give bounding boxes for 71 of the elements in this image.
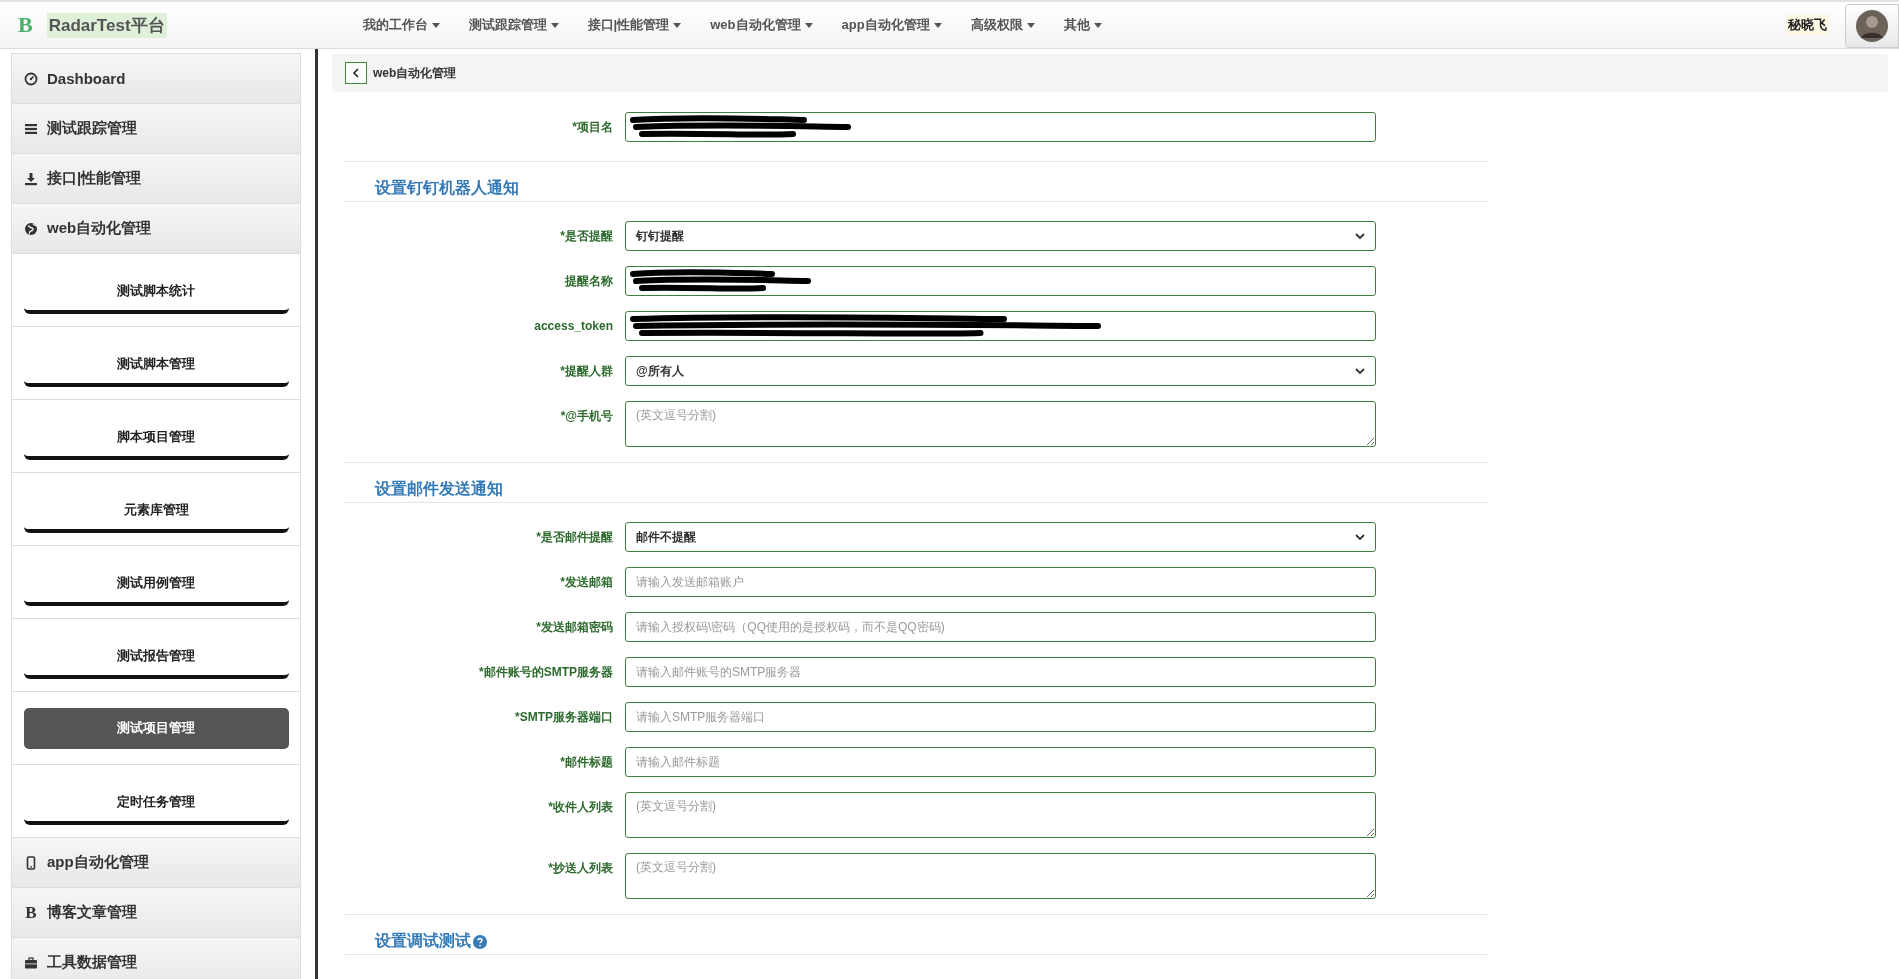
- nav-menu[interactable]: 其他: [1063, 16, 1102, 34]
- chevron-down-icon: [1355, 232, 1365, 240]
- sidebar-item[interactable]: 测试跟踪管理: [12, 104, 300, 154]
- submenu-button[interactable]: 测试项目管理: [23, 707, 289, 749]
- field-label: *邮件账号的SMTP服务器: [478, 664, 614, 681]
- field-label: *发送邮箱: [559, 574, 614, 591]
- gauge-icon: [24, 71, 38, 86]
- field-label: *提醒人群: [559, 363, 614, 380]
- section-heading: 设置钉钉机器人通知: [375, 178, 519, 198]
- input-field[interactable]: 请输入发送邮箱账户: [625, 567, 1376, 597]
- download-icon: [24, 171, 38, 186]
- brand-name[interactable]: RadarTest平台: [46, 12, 167, 38]
- chevron-down-icon: [1355, 367, 1365, 375]
- field-label: *项目名: [571, 119, 614, 136]
- globe-icon: [24, 221, 38, 236]
- section-heading: 设置调试测试: [375, 931, 471, 951]
- field-label: *是否提醒: [559, 228, 614, 245]
- help-icon[interactable]: [473, 934, 487, 949]
- chevron-down-icon: [1355, 533, 1365, 541]
- user-name[interactable]: 秘晓飞: [1786, 15, 1829, 35]
- field-label: *@手机号: [559, 408, 614, 425]
- list-icon: [24, 121, 38, 136]
- sidebar-item[interactable]: Dashboard: [12, 54, 300, 104]
- input-field[interactable]: [625, 112, 1376, 142]
- caret-icon: [804, 22, 813, 28]
- caret-icon: [431, 22, 440, 28]
- briefcase-icon: [24, 955, 38, 970]
- sidebar-item[interactable]: web自动化管理: [12, 204, 300, 254]
- caret-icon: [550, 22, 559, 28]
- field-label: *SMTP服务器端口: [514, 709, 614, 726]
- field-label: 提醒名称: [564, 273, 614, 290]
- input-field[interactable]: [625, 311, 1376, 341]
- sidebar-item[interactable]: 工具数据管理: [12, 938, 300, 979]
- sidebar-item[interactable]: app自动化管理: [12, 838, 300, 888]
- page-title: web自动化管理: [373, 64, 457, 82]
- field-label: *邮件标题: [559, 754, 614, 771]
- field-label: *是否邮件提醒: [535, 529, 614, 546]
- field-label: *发送邮箱密码: [535, 619, 614, 636]
- nav-menu[interactable]: 我的工作台: [362, 16, 440, 34]
- input-field[interactable]: [625, 266, 1376, 296]
- field-label: *收件人列表: [547, 799, 614, 816]
- textarea-field[interactable]: (英文逗号分割): [625, 792, 1376, 838]
- nav-menu[interactable]: 测试跟踪管理: [468, 16, 559, 34]
- section-heading: 设置邮件发送通知: [375, 479, 503, 499]
- textarea-field[interactable]: (英文逗号分割): [625, 401, 1376, 447]
- select-field[interactable]: @所有人: [625, 356, 1376, 386]
- phone-icon: [24, 855, 38, 870]
- avatar-icon: [1856, 10, 1888, 42]
- back-button[interactable]: [345, 62, 367, 84]
- textarea-field[interactable]: (英文逗号分割): [625, 853, 1376, 899]
- input-field[interactable]: 请输入SMTP服务器端口: [625, 702, 1376, 732]
- input-field[interactable]: 请输入邮件标题: [625, 747, 1376, 777]
- caret-icon: [1026, 22, 1035, 28]
- caret-icon: [1093, 22, 1102, 28]
- input-field[interactable]: 请输入授权码\密码（QQ使用的是授权码，而不是QQ密码): [625, 612, 1376, 642]
- caret-icon: [673, 22, 682, 28]
- letter-icon: B: [24, 902, 38, 923]
- select-field[interactable]: 钉钉提醒: [625, 221, 1376, 251]
- input-field[interactable]: 请输入邮件账号的SMTP服务器: [625, 657, 1376, 687]
- nav-menu[interactable]: app自动化管理: [841, 16, 942, 34]
- select-field[interactable]: 邮件不提醒: [625, 522, 1376, 552]
- nav-menu[interactable]: 高级权限: [970, 16, 1035, 34]
- caret-icon: [933, 22, 942, 28]
- nav-menu[interactable]: web自动化管理: [710, 16, 813, 34]
- field-label: access_token: [533, 318, 614, 335]
- field-label: *抄送人列表: [547, 860, 614, 877]
- nav-menu[interactable]: 接口|性能管理: [587, 16, 682, 34]
- sidebar-item[interactable]: B 博客文章管理: [12, 888, 300, 938]
- sidebar-item[interactable]: 接口|性能管理: [12, 154, 300, 204]
- avatar-button[interactable]: [1845, 4, 1899, 48]
- chevron-left-icon: [352, 68, 360, 78]
